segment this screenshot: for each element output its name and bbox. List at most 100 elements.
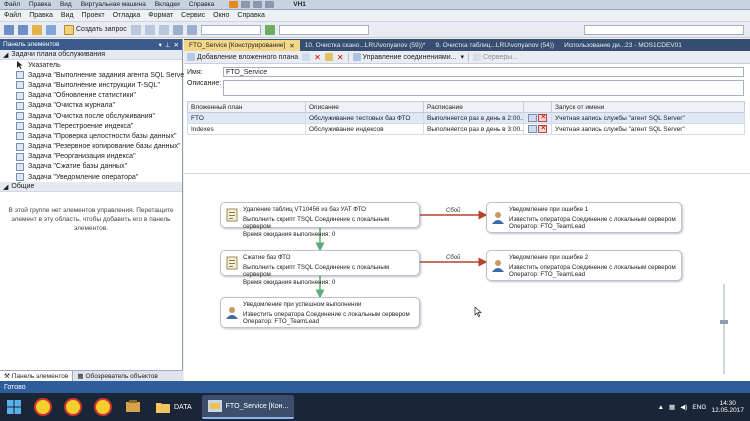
toolbox-item-backup[interactable]: Задача "Резервное копирование базы данны… (0, 142, 182, 152)
new-query-button[interactable]: Создать запрос (64, 24, 127, 35)
plan-name-field[interactable]: FTO_Service (223, 67, 744, 77)
taskbar-tool-app[interactable] (120, 395, 146, 419)
vm-menu-view[interactable]: Вид (60, 1, 72, 8)
vm-menu-edit[interactable]: Правка (29, 1, 51, 8)
subplan-schedule[interactable]: Выполняется раз в день в 2:00... (423, 112, 524, 124)
col-run-as[interactable]: Запуск от имени (551, 101, 745, 113)
start-button[interactable] (0, 393, 28, 421)
doc-tab-query-9[interactable]: 9. Очистка таблиц...LRU\vonyanov (54)) (430, 40, 559, 51)
keyboard-language[interactable]: ENG (692, 404, 706, 411)
taskbar-folder-data[interactable]: DATA (150, 395, 198, 419)
volume-icon[interactable]: ◀) (680, 403, 687, 411)
doc-tab-fto-service[interactable]: FTO_Service [Конструирование] ✕ (184, 40, 300, 51)
toolbox-item-check-integrity[interactable]: Задача "Проверка целостности базы данных… (0, 131, 182, 141)
col-subplan[interactable]: Вложенный план (187, 101, 306, 113)
add-subplan-button[interactable]: Добавление вложенного плана (187, 53, 298, 61)
schedule-icon[interactable] (527, 125, 537, 133)
toolbox-item-shrink-database[interactable]: Задача "Сжатие базы данных" (0, 162, 182, 172)
back-icon[interactable] (4, 24, 14, 35)
menu-window[interactable]: Окно (213, 12, 229, 19)
task-shrink-databases[interactable]: Сжатие баз ФТО Выполнить скрипт TSQL Сое… (220, 250, 420, 286)
taskbar-ssms[interactable]: FTO_Service [Кон... (201, 395, 295, 419)
task-notify-error-1[interactable]: Уведомление при ошибке 1 Известить опера… (486, 202, 682, 233)
network-icon[interactable]: ▦ (669, 403, 675, 411)
new-project-icon[interactable] (32, 24, 42, 35)
clock[interactable]: 14:30 12.05.2017 (711, 400, 744, 415)
remove-schedule-icon[interactable] (538, 114, 548, 122)
subplan-run-as[interactable]: Учетная запись службы "агент SQL Server" (551, 112, 745, 124)
pin-icon[interactable]: ▾ (159, 41, 162, 49)
find-select[interactable] (584, 24, 744, 35)
menu-edit[interactable]: Правка (29, 12, 53, 19)
tab-object-explorer[interactable]: ▦ Обозреватель объектов (73, 371, 162, 381)
send-keys-icon[interactable] (241, 1, 251, 8)
vm-menu-help[interactable]: Справка (189, 1, 215, 8)
plan-description-field[interactable] (223, 80, 744, 96)
vm-menu-vm[interactable]: Виртуальная машина (81, 1, 146, 8)
snapshot-icon[interactable] (253, 1, 263, 8)
zoom-slider-thumb[interactable] (720, 320, 728, 324)
zoom-slider[interactable] (720, 284, 728, 374)
doc-tab-query-10[interactable]: 10. Очистка скано...LRU\vonyanov (59))* (300, 40, 431, 51)
menu-tools[interactable]: Сервис (181, 12, 205, 19)
subplan-properties-icon[interactable] (302, 53, 311, 61)
menu-format[interactable]: Формат (148, 12, 173, 19)
table-row[interactable]: FTO Обслуживание тестовых баз ФТО Выполн… (187, 112, 745, 124)
menu-help[interactable]: Справка (237, 12, 264, 19)
save-icon[interactable] (46, 24, 56, 35)
table-row[interactable]: Indexes Обслуживание индексов Выполняетс… (187, 123, 745, 135)
toolbox-item-tsql[interactable]: Задача "Выполнение инструкции T-SQL" (0, 80, 182, 90)
tray-arrow-icon[interactable]: ▲ (658, 404, 664, 411)
schedule-icon[interactable] (324, 53, 333, 61)
vm-menu-tabs[interactable]: Вкладки (155, 1, 180, 8)
close-icon[interactable]: ✕ (174, 41, 179, 49)
menu-debug[interactable]: Отладка (113, 12, 141, 19)
servers-button[interactable]: Серверы... (472, 53, 518, 61)
taskbar-1c-app-3[interactable] (90, 395, 116, 419)
col-description[interactable]: Описание (305, 101, 424, 113)
remove-schedule-icon[interactable]: ✕ (337, 53, 344, 62)
subplan-schedule[interactable]: Выполняется раз в день в 3:00... (423, 123, 524, 135)
tab-toolbox[interactable]: ⚒ Панель элементов (0, 371, 74, 381)
menu-view[interactable]: Вид (61, 12, 74, 19)
menu-file[interactable]: Файл (4, 12, 21, 19)
task-truncate-tables[interactable]: Удаление таблиц VT10456 из баз УАТ ФТО В… (220, 202, 420, 238)
vm-menu-file[interactable]: Файл (4, 1, 20, 8)
task-notify-success[interactable]: Уведомление при успешном выполнении Изве… (220, 297, 420, 328)
subplan-run-as[interactable]: Учетная запись службы "агент SQL Server" (551, 123, 745, 135)
fullscreen-icon[interactable] (265, 1, 275, 8)
task-notify-error-2[interactable]: Уведомление при ошибке 2 Известить опера… (486, 250, 682, 281)
redo-icon[interactable] (186, 24, 197, 35)
menu-project[interactable]: Проект (82, 12, 105, 19)
toolbox-item-update-statistics[interactable]: Задача "Обновление статистики" (0, 91, 182, 101)
toolbox-item-pointer[interactable]: Указатель (0, 60, 182, 70)
doc-tab-disk-usage[interactable]: Использование ди...23 - MOS1CDEV01 (559, 40, 687, 51)
subplan-name[interactable]: Indexes (187, 123, 306, 135)
vm-tab-name[interactable]: VH1 (293, 1, 306, 8)
undo-icon[interactable] (172, 24, 183, 35)
autohide-icon[interactable]: ⊥ (165, 41, 171, 49)
paste-icon[interactable] (158, 24, 169, 35)
toolbox-item-maintenance-cleanup[interactable]: Задача "Очистка после обслуживания" (0, 111, 182, 121)
solution-config-select[interactable] (200, 24, 261, 35)
cut-icon[interactable] (130, 24, 141, 35)
group-general[interactable]: ◢ Общие (0, 182, 182, 193)
subplan-description[interactable]: Обслуживание индексов (305, 123, 424, 135)
design-canvas[interactable]: Сбой Сбой Удаление таблиц VT10456 из баз… (184, 173, 750, 381)
delete-icon[interactable]: ✕ (314, 53, 321, 62)
copy-icon[interactable] (144, 24, 155, 35)
toolbox-item-notify-operator[interactable]: Задача "Уведомление оператора" (0, 172, 182, 182)
toolbox-item-history-cleanup[interactable]: Задача "Очистка журнала" (0, 101, 182, 111)
taskbar-1c-app[interactable] (30, 395, 56, 419)
forward-icon[interactable] (18, 24, 28, 35)
remove-schedule-icon[interactable] (538, 125, 548, 133)
pause-icon[interactable] (229, 1, 239, 8)
toolbox-item-rebuild-index[interactable]: Задача "Перестроение индекса" (0, 121, 182, 131)
col-schedule[interactable]: Расписание (423, 101, 524, 113)
close-icon[interactable]: ✕ (289, 42, 294, 50)
toolbox-item-agent-job[interactable]: Задача "Выполнение задания агента SQL Se… (0, 70, 189, 80)
taskbar-1c-app-2[interactable] (60, 395, 86, 419)
schedule-icon[interactable] (527, 114, 537, 122)
manage-connections-button[interactable]: Управление соединениями... (352, 53, 456, 61)
toolbox-item-reorganize-index[interactable]: Задача "Реорганизация индекса" (0, 152, 182, 162)
